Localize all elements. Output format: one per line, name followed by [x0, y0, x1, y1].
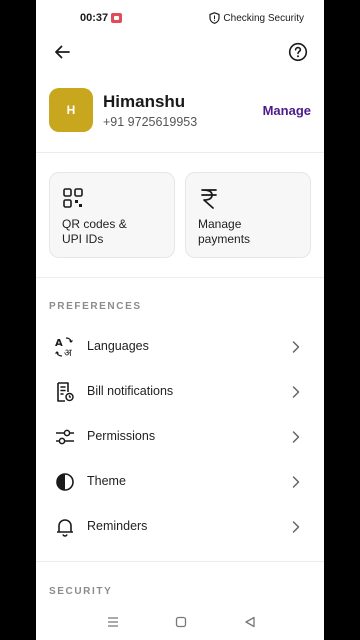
- qr-code-icon: [63, 188, 83, 208]
- divider: [36, 277, 324, 278]
- preferences-section-title: PREFERENCES: [49, 301, 142, 312]
- profile-name: Himanshu: [103, 92, 186, 111]
- preference-item-bill-notifications[interactable]: Bill notifications: [36, 370, 324, 414]
- security-status-text: Checking Security: [223, 12, 304, 24]
- manage-payments-card-label: Manage payments: [198, 217, 304, 247]
- back-arrow-icon[interactable]: [52, 42, 72, 62]
- theme-icon: [56, 473, 74, 491]
- security-section-title: SECURITY: [49, 586, 113, 597]
- avatar: H: [49, 88, 93, 132]
- status-bar: 00:37 Checking Security: [36, 0, 324, 38]
- security-status: Checking Security: [209, 12, 304, 24]
- chevron-right-icon: [292, 476, 300, 488]
- manage-payments-card-label-line1: Manage: [198, 217, 242, 231]
- svg-text:अ: अ: [64, 348, 72, 358]
- qr-codes-card-label: QR codes & UPI IDs: [62, 217, 168, 247]
- divider: [36, 152, 324, 153]
- bill-icon: [57, 382, 74, 402]
- home-icon[interactable]: [174, 615, 188, 629]
- screen-record-icon: [111, 13, 122, 23]
- sliders-icon: [56, 429, 74, 445]
- preference-item-label: Permissions: [87, 429, 156, 443]
- language-icon: A अ: [55, 337, 73, 358]
- manage-profile-link[interactable]: Manage: [263, 103, 311, 118]
- manage-payments-card[interactable]: Manage payments: [185, 172, 311, 258]
- chevron-right-icon: [292, 431, 300, 443]
- status-time: 00:37: [80, 12, 109, 24]
- profile-phone: +91 9725619953: [103, 115, 198, 129]
- back-nav-icon[interactable]: [243, 615, 257, 629]
- qr-codes-card-label-line2: UPI IDs: [62, 232, 104, 246]
- qr-codes-card-label-line1: QR codes &: [62, 217, 127, 231]
- rupee-icon: [201, 189, 217, 209]
- app-screen: 00:37 Checking Security H Himanshu +91 9…: [36, 0, 324, 640]
- chevron-right-icon: [292, 521, 300, 533]
- help-icon[interactable]: [288, 42, 308, 62]
- preference-item-label: Languages: [87, 339, 149, 353]
- bell-icon: [57, 519, 73, 537]
- menu-icon[interactable]: [106, 615, 120, 629]
- shield-icon: [209, 12, 221, 24]
- chevron-right-icon: [292, 341, 300, 353]
- preference-item-languages[interactable]: A अ Languages: [36, 325, 324, 369]
- preference-item-theme[interactable]: Theme: [36, 460, 324, 504]
- chevron-right-icon: [292, 386, 300, 398]
- system-navigation-bar: [36, 604, 324, 640]
- preference-item-label: Reminders: [87, 519, 148, 533]
- preference-item-label: Bill notifications: [87, 384, 174, 398]
- preference-item-reminders[interactable]: Reminders: [36, 505, 324, 549]
- manage-payments-card-label-line2: payments: [198, 232, 251, 246]
- preference-item-label: Theme: [87, 474, 126, 488]
- qr-codes-card[interactable]: QR codes & UPI IDs: [49, 172, 175, 258]
- svg-text:A: A: [55, 338, 63, 349]
- divider: [36, 561, 324, 562]
- preference-item-permissions[interactable]: Permissions: [36, 415, 324, 459]
